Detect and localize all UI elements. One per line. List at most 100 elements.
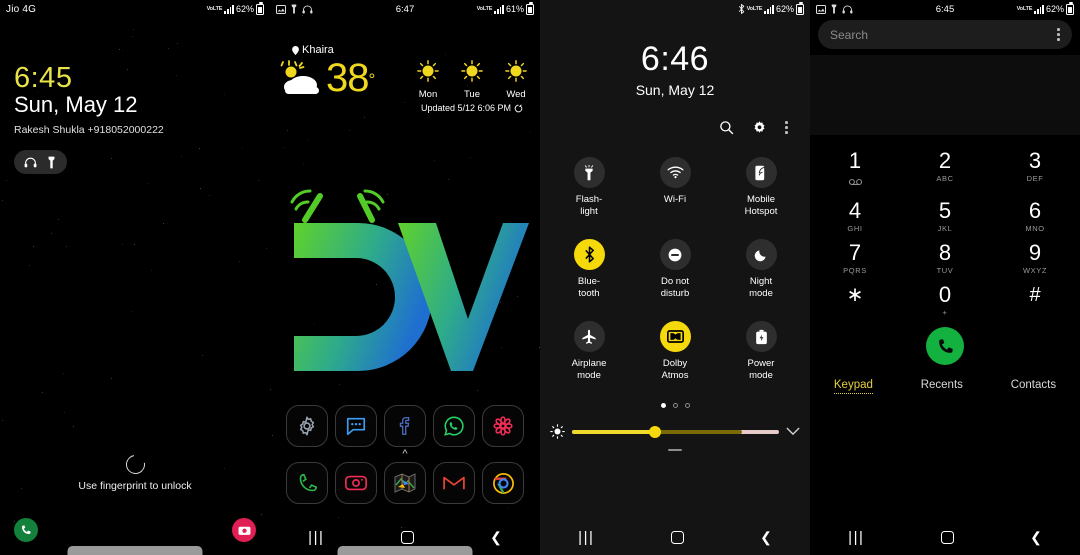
key-digit: 2 — [938, 148, 952, 173]
search-input[interactable]: Search — [830, 28, 1057, 42]
lockscreen-shortcut-pill[interactable] — [14, 150, 67, 174]
fingerprint-unlock-area[interactable]: Use fingerprint to unlock — [0, 451, 270, 492]
toggle-do-not-disturb[interactable]: Do not disturb — [632, 239, 718, 299]
phone-icon[interactable] — [20, 524, 32, 536]
toggle-label: Blue-tooth — [577, 276, 601, 299]
camera-icon[interactable] — [238, 525, 251, 536]
page-dot[interactable] — [660, 403, 666, 408]
page-dot[interactable] — [672, 403, 678, 408]
dialpad-key-9[interactable]: 9 WXYZ — [990, 241, 1080, 276]
toggle-dolby-atmos[interactable]: Dolby Atmos — [632, 321, 718, 381]
toggle-button[interactable] — [659, 321, 691, 352]
overflow-menu-icon[interactable] — [785, 121, 788, 134]
back-icon[interactable]: ❮ — [490, 529, 502, 546]
phone-icon[interactable] — [296, 472, 318, 494]
dialpad-key-2[interactable]: 2 ABC — [900, 149, 990, 191]
screenshot-collage: Jio 4G VoLTE 62% 6:45 Sun, May 12 Rakesh… — [0, 0, 1080, 555]
app-maps[interactable] — [384, 462, 426, 504]
app-phone[interactable] — [286, 462, 328, 504]
weather-widget[interactable]: Khaira 38 ° Mon Tue Wed Updated 5/12 6:0… — [270, 44, 540, 113]
home-icon[interactable] — [400, 530, 414, 544]
recents-icon[interactable]: ||| — [578, 529, 594, 546]
back-icon[interactable]: ❮ — [1030, 529, 1042, 546]
dialer-search-bar[interactable]: Search — [818, 20, 1072, 49]
lockscreen-phone-shortcut[interactable] — [14, 518, 38, 542]
gear-icon[interactable] — [296, 415, 318, 437]
gmail-icon[interactable] — [442, 474, 466, 492]
back-icon[interactable]: ❮ — [760, 529, 772, 546]
toggle-button[interactable] — [573, 157, 605, 188]
home-icon[interactable] — [940, 530, 954, 544]
fingerprint-icon[interactable] — [121, 451, 149, 478]
app-gmail[interactable] — [433, 462, 475, 504]
dialpad-key-4[interactable]: 4 GHI — [810, 199, 900, 234]
flashlight-icon[interactable] — [46, 156, 57, 169]
toggle-button[interactable] — [745, 321, 777, 352]
app-facebook[interactable] — [384, 405, 426, 447]
app-chrome[interactable] — [482, 462, 524, 504]
refresh-icon[interactable] — [514, 103, 523, 113]
chevron-down-icon[interactable] — [786, 427, 800, 436]
battery-icon — [796, 2, 804, 15]
dialpad-key-star[interactable]: ∗ — [810, 283, 900, 317]
brightness-slider[interactable] — [572, 425, 779, 438]
gear-icon[interactable] — [752, 120, 767, 135]
toggle-bluetooth[interactable]: Blue-tooth — [546, 239, 632, 299]
flower-icon[interactable] — [492, 415, 514, 437]
whatsapp-icon[interactable] — [443, 415, 465, 437]
recents-icon[interactable]: ||| — [308, 529, 324, 546]
dialpad-key-5[interactable]: 5 JKL — [900, 199, 990, 234]
app-drawer-chevron[interactable]: ^ — [270, 449, 540, 460]
tab-recents[interactable]: Recents — [921, 379, 963, 394]
toggle-wifi[interactable]: Wi-Fi — [632, 157, 718, 217]
toggle-button[interactable] — [659, 157, 691, 188]
home-gesture-bar[interactable] — [67, 546, 203, 555]
toggle-button[interactable] — [573, 239, 605, 270]
app-gallery[interactable] — [482, 405, 524, 447]
app-camera[interactable] — [335, 462, 377, 504]
toggle-label: Mobile Hotspot — [744, 194, 778, 217]
dialpad-key-8[interactable]: 8 TUV — [900, 241, 990, 276]
lockscreen-camera-shortcut[interactable] — [232, 518, 256, 542]
toggle-button[interactable] — [745, 157, 777, 188]
tab-contacts[interactable]: Contacts — [1011, 379, 1056, 394]
dialpad-key-hash[interactable]: # — [990, 283, 1080, 317]
dialpad-key-0[interactable]: 0 + — [900, 283, 990, 318]
toggle-power-mode[interactable]: Power mode — [718, 321, 804, 381]
search-icon[interactable] — [719, 120, 734, 135]
dialpad-key-6[interactable]: 6 MNO — [990, 199, 1080, 234]
facebook-icon[interactable] — [394, 415, 416, 437]
app-messages[interactable] — [335, 405, 377, 447]
camera-icon[interactable] — [344, 473, 368, 493]
dialpad-key-1[interactable]: 1 — [810, 149, 900, 191]
home-icon[interactable] — [670, 530, 684, 544]
chrome-icon[interactable] — [492, 472, 515, 495]
toggle-mobile-hotspot[interactable]: Mobile Hotspot — [718, 157, 804, 217]
chat-bubble-icon[interactable] — [345, 415, 367, 437]
quicksettings-page-dots[interactable] — [540, 403, 810, 408]
home-gesture-bar[interactable] — [337, 546, 473, 555]
maps-icon[interactable] — [393, 471, 417, 495]
toggle-airplane-mode[interactable]: Airplane mode — [546, 321, 632, 381]
volte-icon: VoLTE — [476, 5, 493, 12]
toggle-button[interactable] — [745, 239, 777, 270]
page-dot[interactable] — [684, 403, 690, 408]
toggle-button[interactable] — [573, 321, 605, 352]
toggle-button[interactable] — [659, 239, 691, 270]
brightness-control[interactable] — [540, 424, 810, 439]
app-whatsapp[interactable] — [433, 405, 475, 447]
overflow-menu-icon[interactable] — [1057, 28, 1060, 41]
tab-keypad[interactable]: Keypad — [833, 379, 873, 394]
dialpad-key-3[interactable]: 3 DEF — [990, 149, 1080, 191]
dialpad-key-7[interactable]: 7 PQRS — [810, 241, 900, 276]
toggle-night-mode[interactable]: Night mode — [718, 239, 804, 299]
headphones-icon[interactable] — [24, 157, 37, 168]
slider-knob[interactable] — [648, 425, 661, 438]
app-settings[interactable] — [286, 405, 328, 447]
toggle-flashlight[interactable]: Flash-light — [546, 157, 632, 217]
call-button[interactable] — [926, 327, 964, 365]
wallpaper-logo — [290, 189, 529, 371]
lockscreen-date: Sun, May 12 — [14, 92, 138, 117]
panel-drag-handle[interactable] — [668, 449, 682, 451]
recents-icon[interactable]: ||| — [848, 529, 864, 546]
